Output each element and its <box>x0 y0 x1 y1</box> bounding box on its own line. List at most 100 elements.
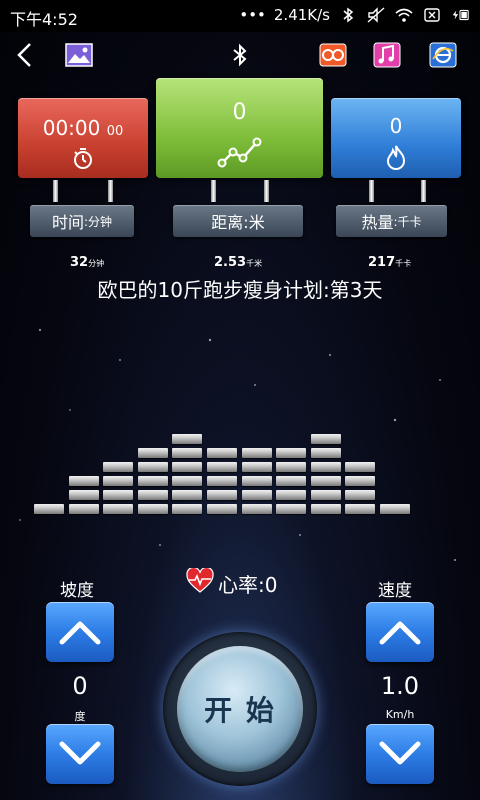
equalizer-brick <box>103 476 134 486</box>
calories-label: 热量:千卡 <box>336 205 447 237</box>
equalizer-brick <box>137 462 168 472</box>
equalizer-brick <box>345 490 376 500</box>
time-label-text: 时间 <box>51 213 84 232</box>
top-toolbar <box>0 32 480 77</box>
equalizer-brick <box>310 490 341 500</box>
equalizer-brick <box>241 490 272 500</box>
equalizer-brick <box>276 490 307 500</box>
equalizer-brick <box>276 476 307 486</box>
stat-time: 32分钟 <box>70 255 104 270</box>
equalizer-brick <box>310 476 341 486</box>
equalizer-brick <box>310 462 341 472</box>
card-post <box>264 180 269 202</box>
time-value-seconds: 00 <box>106 124 124 139</box>
stopwatch-icon <box>71 146 95 174</box>
chevron-up-icon <box>379 621 421 645</box>
equalizer-brick <box>241 448 272 458</box>
chevron-up-icon <box>59 621 101 645</box>
card-post <box>369 180 374 202</box>
equalizer-brick <box>172 434 203 444</box>
gallery-icon[interactable] <box>64 40 94 70</box>
distance-label-text: 距离 <box>211 213 244 232</box>
equalizer-brick <box>345 462 376 472</box>
speed-value: 1.0 <box>380 672 420 700</box>
equalizer-brick <box>172 490 203 500</box>
slope-value: 0 <box>72 672 88 700</box>
calories-label-text: 热量 <box>361 213 394 232</box>
time-label: 时间:分钟 <box>30 205 134 237</box>
equalizer-brick <box>380 504 410 514</box>
time-value: 00:00 00 <box>18 116 148 140</box>
card-post <box>53 180 58 202</box>
bluetooth-icon <box>338 5 358 25</box>
chevron-down-icon <box>59 741 101 765</box>
equalizer-brick <box>68 476 99 486</box>
equalizer-brick <box>207 490 237 500</box>
status-bar: 下午4:52 ••• 2.41K/s <box>0 0 480 32</box>
stat-distance-unit: 千米 <box>246 259 263 268</box>
slope-up-button[interactable] <box>46 602 114 662</box>
heart-icon <box>186 566 214 599</box>
music-icon[interactable] <box>372 40 402 70</box>
distance-value: 0 <box>232 100 247 125</box>
flame-icon <box>385 144 407 174</box>
equalizer-brick <box>103 504 134 514</box>
bluetooth-icon[interactable] <box>225 40 255 70</box>
dots-icon: ••• <box>239 6 266 24</box>
calories-value: 0 <box>389 114 403 138</box>
equalizer-brick <box>276 504 307 514</box>
calories-card: 0 <box>331 98 461 178</box>
slope-label: 坡度 <box>60 581 94 601</box>
equalizer-brick <box>137 490 168 500</box>
equalizer-brick <box>137 476 168 486</box>
heart-rate-text: 心率:0 <box>218 573 278 597</box>
stat-calories: 217千卡 <box>368 255 411 270</box>
equalizer-brick <box>207 504 237 514</box>
equalizer-brick <box>276 462 307 472</box>
stat-calories-unit: 千卡 <box>395 259 412 268</box>
equalizer-brick <box>172 504 203 514</box>
equalizer-brick <box>310 504 341 514</box>
equalizer-brick <box>34 504 64 514</box>
equalizer-brick <box>172 462 203 472</box>
speed-unit: Km/h <box>385 708 415 721</box>
stat-distance: 2.53千米 <box>214 255 262 270</box>
time-card: 00:00 00 <box>18 98 148 178</box>
time-value-main: 00:00 <box>42 116 101 140</box>
speed-up-button[interactable] <box>366 602 434 662</box>
heart-rate: 心率:0 <box>186 566 278 599</box>
route-icon <box>217 136 263 172</box>
status-icons: ••• 2.41K/s <box>239 5 470 25</box>
back-icon[interactable] <box>10 40 40 70</box>
card-post <box>421 180 426 202</box>
equalizer-brick <box>345 476 376 486</box>
battery-icon <box>450 5 470 25</box>
speed-down-button[interactable] <box>366 724 434 784</box>
equalizer-brick <box>68 490 99 500</box>
speed-label: 速度 <box>378 581 412 601</box>
equalizer-brick <box>172 448 203 458</box>
equalizer-brick <box>137 504 168 514</box>
stat-calories-value: 217 <box>368 255 396 270</box>
stat-distance-value: 2.53 <box>214 255 247 270</box>
card-post <box>211 180 216 202</box>
equalizer-brick <box>103 490 134 500</box>
distance-label-unit: :米 <box>243 213 265 232</box>
equalizer-brick <box>172 476 203 486</box>
calories-label-unit: :千卡 <box>393 214 422 229</box>
time-label-unit: :分钟 <box>83 214 113 229</box>
slope-down-button[interactable] <box>46 724 114 784</box>
distance-label: 距离:米 <box>173 205 303 237</box>
video-icon[interactable] <box>318 40 348 70</box>
stat-time-unit: 分钟 <box>88 259 105 268</box>
mute-icon <box>366 5 386 25</box>
network-speed: 2.41K/s <box>273 6 330 24</box>
ie-icon[interactable] <box>428 40 458 70</box>
stat-time-value: 32 <box>70 255 89 270</box>
wifi-icon <box>394 5 414 25</box>
distance-card: 0 <box>156 78 323 178</box>
slope-unit: 度 <box>74 710 86 723</box>
start-button[interactable]: 开 始 <box>177 646 303 772</box>
no-sim-icon <box>422 5 442 25</box>
equalizer-brick <box>310 434 341 444</box>
